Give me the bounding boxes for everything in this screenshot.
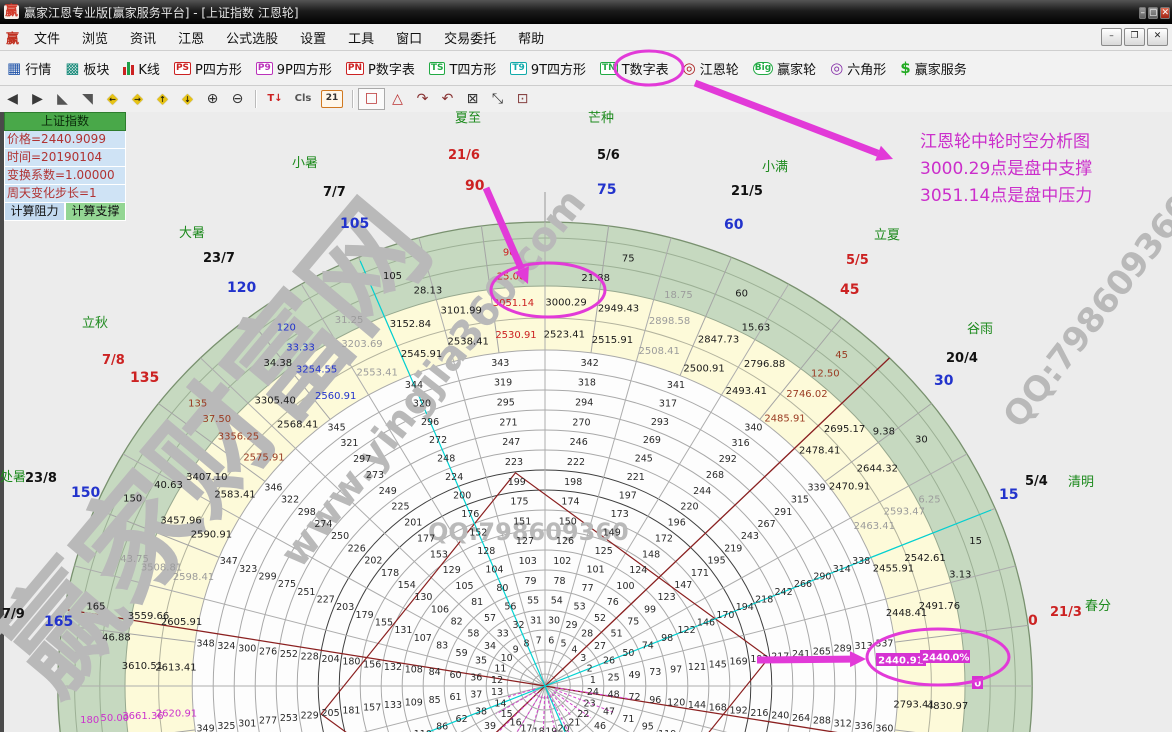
badge-icon: PN	[346, 62, 364, 75]
draw-tool-18[interactable]: ↶	[435, 88, 460, 110]
minimize-button[interactable]: –	[1139, 7, 1146, 19]
close-button[interactable]: ✕	[1160, 7, 1170, 19]
app-logo-icon: 赢	[4, 5, 19, 19]
toolbar-item-label: 板块	[83, 59, 109, 78]
toolbar-item-1[interactable]: ▩ 板块	[65, 59, 109, 78]
calc-resistance-button[interactable]: 计算阻力	[4, 203, 65, 221]
toolbar-item-11[interactable]: ◎ 六角形	[830, 59, 886, 78]
app-window: { "window": { "title": "赢家江恩专业版[赢家服务平台] …	[0, 0, 1172, 732]
toolbar-item-label: 江恩轮	[700, 59, 739, 78]
toolbar-item-0[interactable]: ▦ 行情	[7, 59, 51, 78]
toolbar-item-3[interactable]: PS P四方形	[174, 59, 242, 78]
toolbar-item-6[interactable]: TST四方形	[429, 59, 497, 78]
index-info-panel: 上证指数 价格=2440.9099时间=20190104变换系数=1.00000…	[4, 112, 126, 221]
mdi-minimize-button[interactable]: –	[1101, 28, 1122, 46]
menu-items: 文件浏览资讯江恩公式选股设置工具窗口交易委托帮助	[23, 28, 555, 47]
draw-tool-8[interactable]: ⊕	[200, 88, 225, 110]
menu-item-6[interactable]: 工具	[337, 28, 385, 47]
menu-item-9[interactable]: 帮助	[507, 28, 555, 47]
draw-tool-17[interactable]: ↷	[410, 88, 435, 110]
menu-item-0[interactable]: 文件	[23, 28, 71, 47]
draw-tool-16[interactable]: △	[385, 88, 410, 110]
info-row-1: 时间=20190104	[4, 149, 126, 167]
draw-tool-9[interactable]: ⊖	[225, 88, 250, 110]
menu-item-2[interactable]: 资讯	[119, 28, 167, 47]
toolbar-item-label: 赢家服务	[915, 59, 967, 78]
index-name: 上证指数	[4, 112, 126, 131]
draw-tool-15[interactable]: □	[358, 88, 385, 110]
toolbar-item-label: T数字表	[622, 59, 669, 78]
toolbar-item-label: 行情	[25, 59, 51, 78]
toolbar-item-7[interactable]: T9 9T四方形	[510, 59, 586, 78]
draw-tool-4[interactable]: ◆←	[100, 88, 125, 110]
menu-item-1[interactable]: 浏览	[71, 28, 119, 47]
title-bar: 赢 赢家江恩专业版[赢家服务平台] - [上证指数 江恩轮] –▢✕	[0, 0, 1172, 24]
badge-icon: TN	[600, 62, 618, 75]
toolbar-item-8[interactable]: TN T数字表	[600, 59, 669, 78]
menu-item-7[interactable]: 窗口	[385, 28, 433, 47]
toolbar-item-2[interactable]: K线	[123, 59, 160, 78]
toolbar-item-label: P数字表	[368, 59, 415, 78]
toolbar-item-label: 六角形	[847, 59, 886, 78]
menu-item-5[interactable]: 设置	[289, 28, 337, 47]
maximize-button[interactable]: ▢	[1148, 7, 1159, 19]
window-controls: –▢✕	[1139, 4, 1172, 20]
winner-wheel-icon: Big	[753, 62, 773, 75]
toolbar-item-label: T四方形	[449, 59, 496, 78]
toolbar-item-label: 9P四方形	[277, 59, 332, 78]
toolbar-item-label: 赢家轮	[777, 59, 816, 78]
draw-tool-7[interactable]: ◆↓	[175, 88, 200, 110]
toolbar-item-label: K线	[138, 59, 160, 78]
gann-wheel-icon: ◎	[683, 61, 696, 76]
market-grid-icon: ▦	[7, 61, 21, 76]
draw-tool-11[interactable]: T↓	[261, 88, 289, 110]
toolbar-item-label: P四方形	[195, 59, 242, 78]
toolbar-item-5[interactable]: PN P数字表	[346, 59, 415, 78]
draw-tool-6[interactable]: ◆↑	[150, 88, 175, 110]
draw-tool-12[interactable]: Cls	[289, 88, 317, 110]
toolbar-item-12[interactable]: $ 赢家服务	[900, 59, 966, 78]
info-row-2: 变换系数=1.00000	[4, 167, 126, 185]
badge-icon: T9	[510, 62, 526, 75]
mdi-close-button[interactable]: ✕	[1147, 28, 1168, 46]
draw-tool-20[interactable]: ⤡	[485, 88, 510, 110]
draw-tool-1[interactable]: ▶	[25, 88, 50, 110]
toolbar-item-10[interactable]: Big 赢家轮	[753, 59, 816, 78]
toolbar-separator	[255, 90, 256, 108]
menu-item-3[interactable]: 江恩	[167, 28, 215, 47]
blocks-icon: ▩	[65, 61, 79, 76]
chart-area[interactable]	[0, 112, 1172, 732]
draw-tool-13[interactable]: 21	[321, 90, 343, 108]
draw-tool-5[interactable]: ◆→	[125, 88, 150, 110]
toolbar-item-label: 9T四方形	[531, 59, 586, 78]
draw-tool-2[interactable]: ◣	[50, 88, 75, 110]
main-toolbar: ▦ 行情 ▩ 板块 K线 PS P四方形 P9 9P四方形 PN P数字表 TST四方形 T9 9T四方形…	[0, 51, 1172, 86]
hexagon-icon: ◎	[830, 61, 843, 76]
mdi-restore-button[interactable]: ❐	[1124, 28, 1145, 46]
badge-icon: PS	[174, 62, 191, 75]
calc-support-button[interactable]: 计算支撑	[65, 203, 126, 221]
badge-icon: TS	[429, 62, 446, 75]
mdi-window-controls: –❐✕	[1101, 28, 1170, 46]
toolbar-item-9[interactable]: ◎ 江恩轮	[683, 59, 739, 78]
service-dollar-icon: $	[900, 61, 910, 76]
menu-bar: 赢 文件浏览资讯江恩公式选股设置工具窗口交易委托帮助 –❐✕	[0, 24, 1172, 51]
draw-tool-21[interactable]: ⊡	[510, 88, 535, 110]
toolbar-item-4[interactable]: P9 9P四方形	[256, 59, 332, 78]
toolbar-separator	[352, 90, 353, 108]
kline-icon	[123, 61, 134, 75]
calc-buttons: 计算阻力计算支撑	[4, 203, 126, 221]
index-info-rows: 价格=2440.9099时间=20190104变换系数=1.00000周天变化步…	[4, 131, 126, 203]
info-row-3: 周天变化步长=1	[4, 185, 126, 203]
menu-item-8[interactable]: 交易委托	[433, 28, 507, 47]
menu-item-4[interactable]: 公式选股	[215, 28, 289, 47]
draw-tool-19[interactable]: ⊠	[460, 88, 485, 110]
draw-tool-3[interactable]: ◥	[75, 88, 100, 110]
info-row-0: 价格=2440.9099	[4, 131, 126, 149]
drawing-toolbar: ◀▶◣◥◆←◆→◆↑◆↓⊕⊖ T↓Cls21 □△↷↶⊠⤡⊡	[0, 86, 1172, 113]
menu-logo-icon: 赢	[6, 28, 19, 47]
draw-tool-0[interactable]: ◀	[0, 88, 25, 110]
badge-icon: P9	[256, 62, 273, 75]
window-title: 赢家江恩专业版[赢家服务平台] - [上证指数 江恩轮]	[24, 4, 299, 21]
